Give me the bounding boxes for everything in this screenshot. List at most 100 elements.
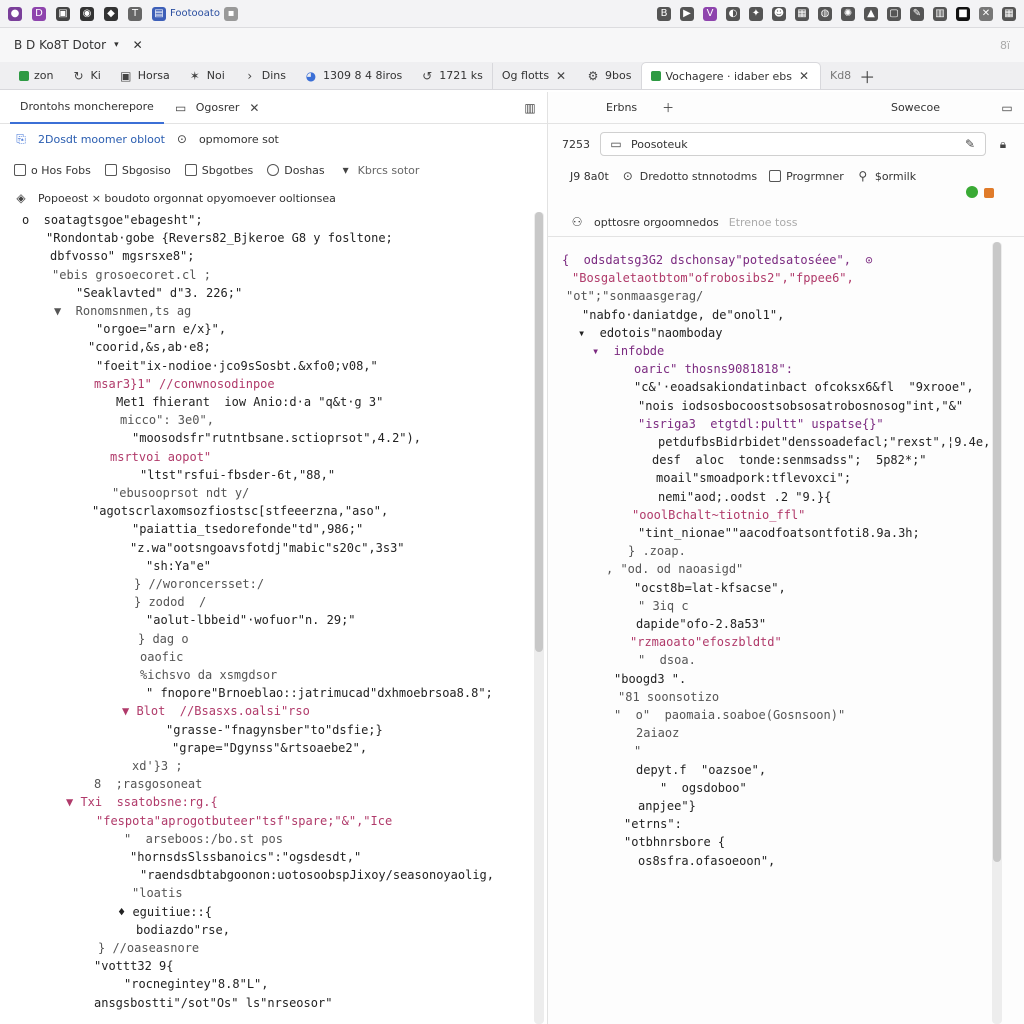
code-line[interactable]: { odsdatsg3G2 dschonsay"potedsatoséee", …: [562, 252, 873, 268]
code-line[interactable]: "tint_nionae""aacodfoatsontfoti8.9a.3h;: [638, 525, 920, 541]
code-line[interactable]: "Bosgaletaotbtom"ofrobosibs2","fppee6",: [572, 270, 854, 286]
code-line[interactable]: "hornsdsSlssbanoics":"ogsdesdt,": [130, 849, 361, 865]
code-line[interactable]: } //oaseasnore: [98, 940, 199, 956]
breadcrumb-right[interactable]: opmomore sot: [199, 133, 279, 146]
code-line[interactable]: "ebis grosoecoret.cl ;: [52, 267, 211, 283]
tab-1309[interactable]: ◕ 1309 8 4 8iros: [295, 63, 411, 89]
code-line[interactable]: "agotscrlaxomsozfiostsc[stfeeerzna,"aso"…: [92, 503, 388, 519]
code-line[interactable]: "ooolBchalt~tiotnio_ffl": [632, 507, 805, 523]
add-icon[interactable]: ＋: [661, 101, 675, 115]
code-line[interactable]: o soatagtsgoe"ebagesht";: [22, 212, 203, 228]
code-line[interactable]: , "od. od naoasigd": [606, 561, 743, 577]
code-line[interactable]: ▼ Ronomsnmen,ts ag: [54, 303, 191, 319]
code-line[interactable]: %ichsvo da xsmgdsor: [140, 667, 277, 683]
code-line[interactable]: "fespota"aprogotbuteer"tsf"spare;"&","Ic…: [96, 813, 392, 829]
tab-other[interactable]: ▭ Ogosrer ✕: [164, 92, 272, 123]
bookmark-puzzle-icon[interactable]: ✦: [749, 6, 763, 21]
code-line[interactable]: "etrns":: [624, 816, 682, 832]
filter-2[interactable]: Sbgosiso: [104, 164, 171, 177]
right-scrollbar[interactable]: [992, 242, 1002, 1024]
bookmark-folder[interactable]: ▤ Footooato ▪: [152, 6, 238, 21]
bookmark-image-icon[interactable]: ▦: [795, 6, 809, 21]
bookmark-dark-icon[interactable]: ■: [956, 6, 970, 21]
code-line[interactable]: "nabfo·daniatdge, de"onol1",: [582, 307, 784, 323]
close-icon[interactable]: ✕: [554, 69, 568, 83]
right-toolbar-4[interactable]: ⚲ $ormilk: [856, 169, 916, 183]
code-line[interactable]: nemi"aod;.oodst .2 "9.}{: [658, 489, 831, 505]
code-line[interactable]: "loatis: [132, 885, 183, 901]
code-line[interactable]: "grasse-"fnagynsber"to"dsfie;}: [166, 722, 383, 738]
tab-elements[interactable]: Drontohs moncherepore: [10, 91, 164, 124]
source-code-view[interactable]: { odsdatsg3G2 dschonsay"potedsatoséee", …: [548, 252, 988, 1024]
code-line[interactable]: "orgoe="arn e/x}",: [96, 321, 226, 337]
code-line[interactable]: "isriga3 etgtdl:pultt" uspatse{}": [638, 416, 884, 432]
new-tab-plus-icon[interactable]: ＋: [859, 68, 875, 87]
code-line[interactable]: " arseboos:/bo.st pos: [124, 831, 283, 847]
code-line[interactable]: } dag o: [138, 631, 189, 647]
select-icon[interactable]: ⎘: [14, 132, 28, 146]
bookmark-diamond-icon[interactable]: ◆: [104, 6, 118, 21]
code-line[interactable]: "foeit"ix-nodioe·jco9sSosbt.&xfo0;v08,": [96, 358, 378, 374]
code-line[interactable]: " dsoa.: [638, 652, 696, 668]
left-scrollbar[interactable]: [534, 212, 544, 1024]
code-line[interactable]: ▾ edotois"naomboday: [578, 325, 723, 341]
dock-icon[interactable]: ▭: [1000, 101, 1014, 115]
code-line[interactable]: msrtvoi aopot": [110, 449, 211, 465]
bookmark-b-icon[interactable]: B: [657, 6, 671, 21]
code-line[interactable]: " fnopore"Brnoeblao::jatrimucad"dxhmoebr…: [146, 685, 493, 701]
code-line[interactable]: ansgsbostti"/sot"Os" ls"nrseosor": [94, 995, 332, 1011]
tab-1721[interactable]: ↺ 1721 ks: [411, 63, 492, 89]
code-line[interactable]: oaric" thosns9081818":: [634, 361, 793, 377]
code-line[interactable]: "c&'·eoadsakiondatinbact ofcoksx6&fl "9x…: [634, 379, 988, 395]
code-line[interactable]: ♦ eguitiue::{: [118, 904, 212, 920]
bookmark-pencil-icon[interactable]: ✎: [910, 6, 924, 21]
bookmark-app-2-icon[interactable]: D: [32, 6, 46, 21]
bookmark-mountain-icon[interactable]: ▲: [864, 6, 878, 21]
tab-9bos[interactable]: ⚙ 9bos: [577, 63, 640, 89]
bookmark-game-icon[interactable]: ▣: [56, 6, 70, 21]
window-dropdown-chevron-icon[interactable]: ▾: [114, 40, 119, 50]
code-line[interactable]: "ot";"sonmaasgerag/: [566, 288, 703, 304]
right-toolbar-3[interactable]: Progrmner: [769, 170, 844, 183]
bookmark-grid-icon[interactable]: ▦: [1002, 6, 1016, 21]
code-line[interactable]: "rocnegintey"8.8"L",: [124, 976, 269, 992]
code-line[interactable]: "aolut-lbbeid"·wofuor"n. 29;": [146, 612, 356, 628]
code-line[interactable]: dapide"ofo-2.8a53": [636, 616, 766, 632]
bookmark-spark-icon[interactable]: ✺: [841, 6, 855, 21]
code-line[interactable]: moail"smoadpork:tflevoxci";: [656, 470, 851, 486]
code-line[interactable]: "moosodsfr"rutntbsane.sctioprsot",4.2"),: [132, 430, 421, 446]
code-line[interactable]: } zodod /: [134, 594, 206, 610]
url-field[interactable]: ▭ Poosoteuk ✎: [600, 132, 986, 156]
edit-icon[interactable]: ✎: [963, 137, 977, 151]
code-line[interactable]: " o" paomaia.soaboe(Gosnsoon)": [614, 707, 845, 723]
tab-zon[interactable]: zon: [10, 63, 62, 89]
code-line[interactable]: micco": 3e0",: [120, 412, 214, 428]
code-line[interactable]: oaofic: [140, 649, 183, 665]
right-header-right[interactable]: Sowecoe: [891, 101, 940, 114]
left-scrollbar-thumb[interactable]: [535, 212, 543, 652]
close-icon[interactable]: ✕: [797, 69, 811, 83]
right-toolbar-2[interactable]: ⊙ Dredotto stnnotodms: [621, 169, 757, 183]
filter-5[interactable]: ▾ Kbrcs sotor: [339, 163, 420, 177]
tab-vochagere[interactable]: Vochagere · idaber ebs ✕: [640, 62, 821, 89]
tab-kd8[interactable]: Kd8: [821, 63, 860, 89]
window-close-button[interactable]: ✕: [133, 38, 143, 52]
filter-4[interactable]: Doshas: [267, 164, 325, 177]
bookmark-camera-icon[interactable]: ◉: [80, 6, 94, 21]
bookmark-frame-icon[interactable]: ▢: [887, 6, 901, 21]
bookmark-v-icon[interactable]: V: [703, 6, 717, 21]
breadcrumb-left[interactable]: 2Dosdt moomer obloot: [38, 133, 165, 146]
tab-noi[interactable]: ✶ Noi: [179, 63, 234, 89]
bookmark-t-icon[interactable]: T: [128, 6, 142, 21]
code-line[interactable]: dbfvosso" mgsrsxe8";: [50, 248, 195, 264]
tab-ki[interactable]: ↻ Ki: [62, 63, 109, 89]
code-line[interactable]: depyt.f "oazsoe",: [636, 762, 766, 778]
tab-og-flotts[interactable]: Og flotts ✕: [491, 62, 577, 89]
close-icon[interactable]: ✕: [247, 101, 261, 115]
right-scrollbar-thumb[interactable]: [993, 242, 1001, 862]
code-line[interactable]: " 3iq c: [638, 598, 689, 614]
code-line[interactable]: petdufbsBidrbidet"denssoadefacl;"rexst",…: [658, 434, 988, 450]
code-line[interactable]: "grape="Dgynss"&rtsoaebe2",: [172, 740, 367, 756]
code-line[interactable]: anpjee"}: [638, 798, 696, 814]
code-line[interactable]: "Rondontab·gobe {Revers82_Bjkeroe G8 y f…: [46, 230, 393, 246]
